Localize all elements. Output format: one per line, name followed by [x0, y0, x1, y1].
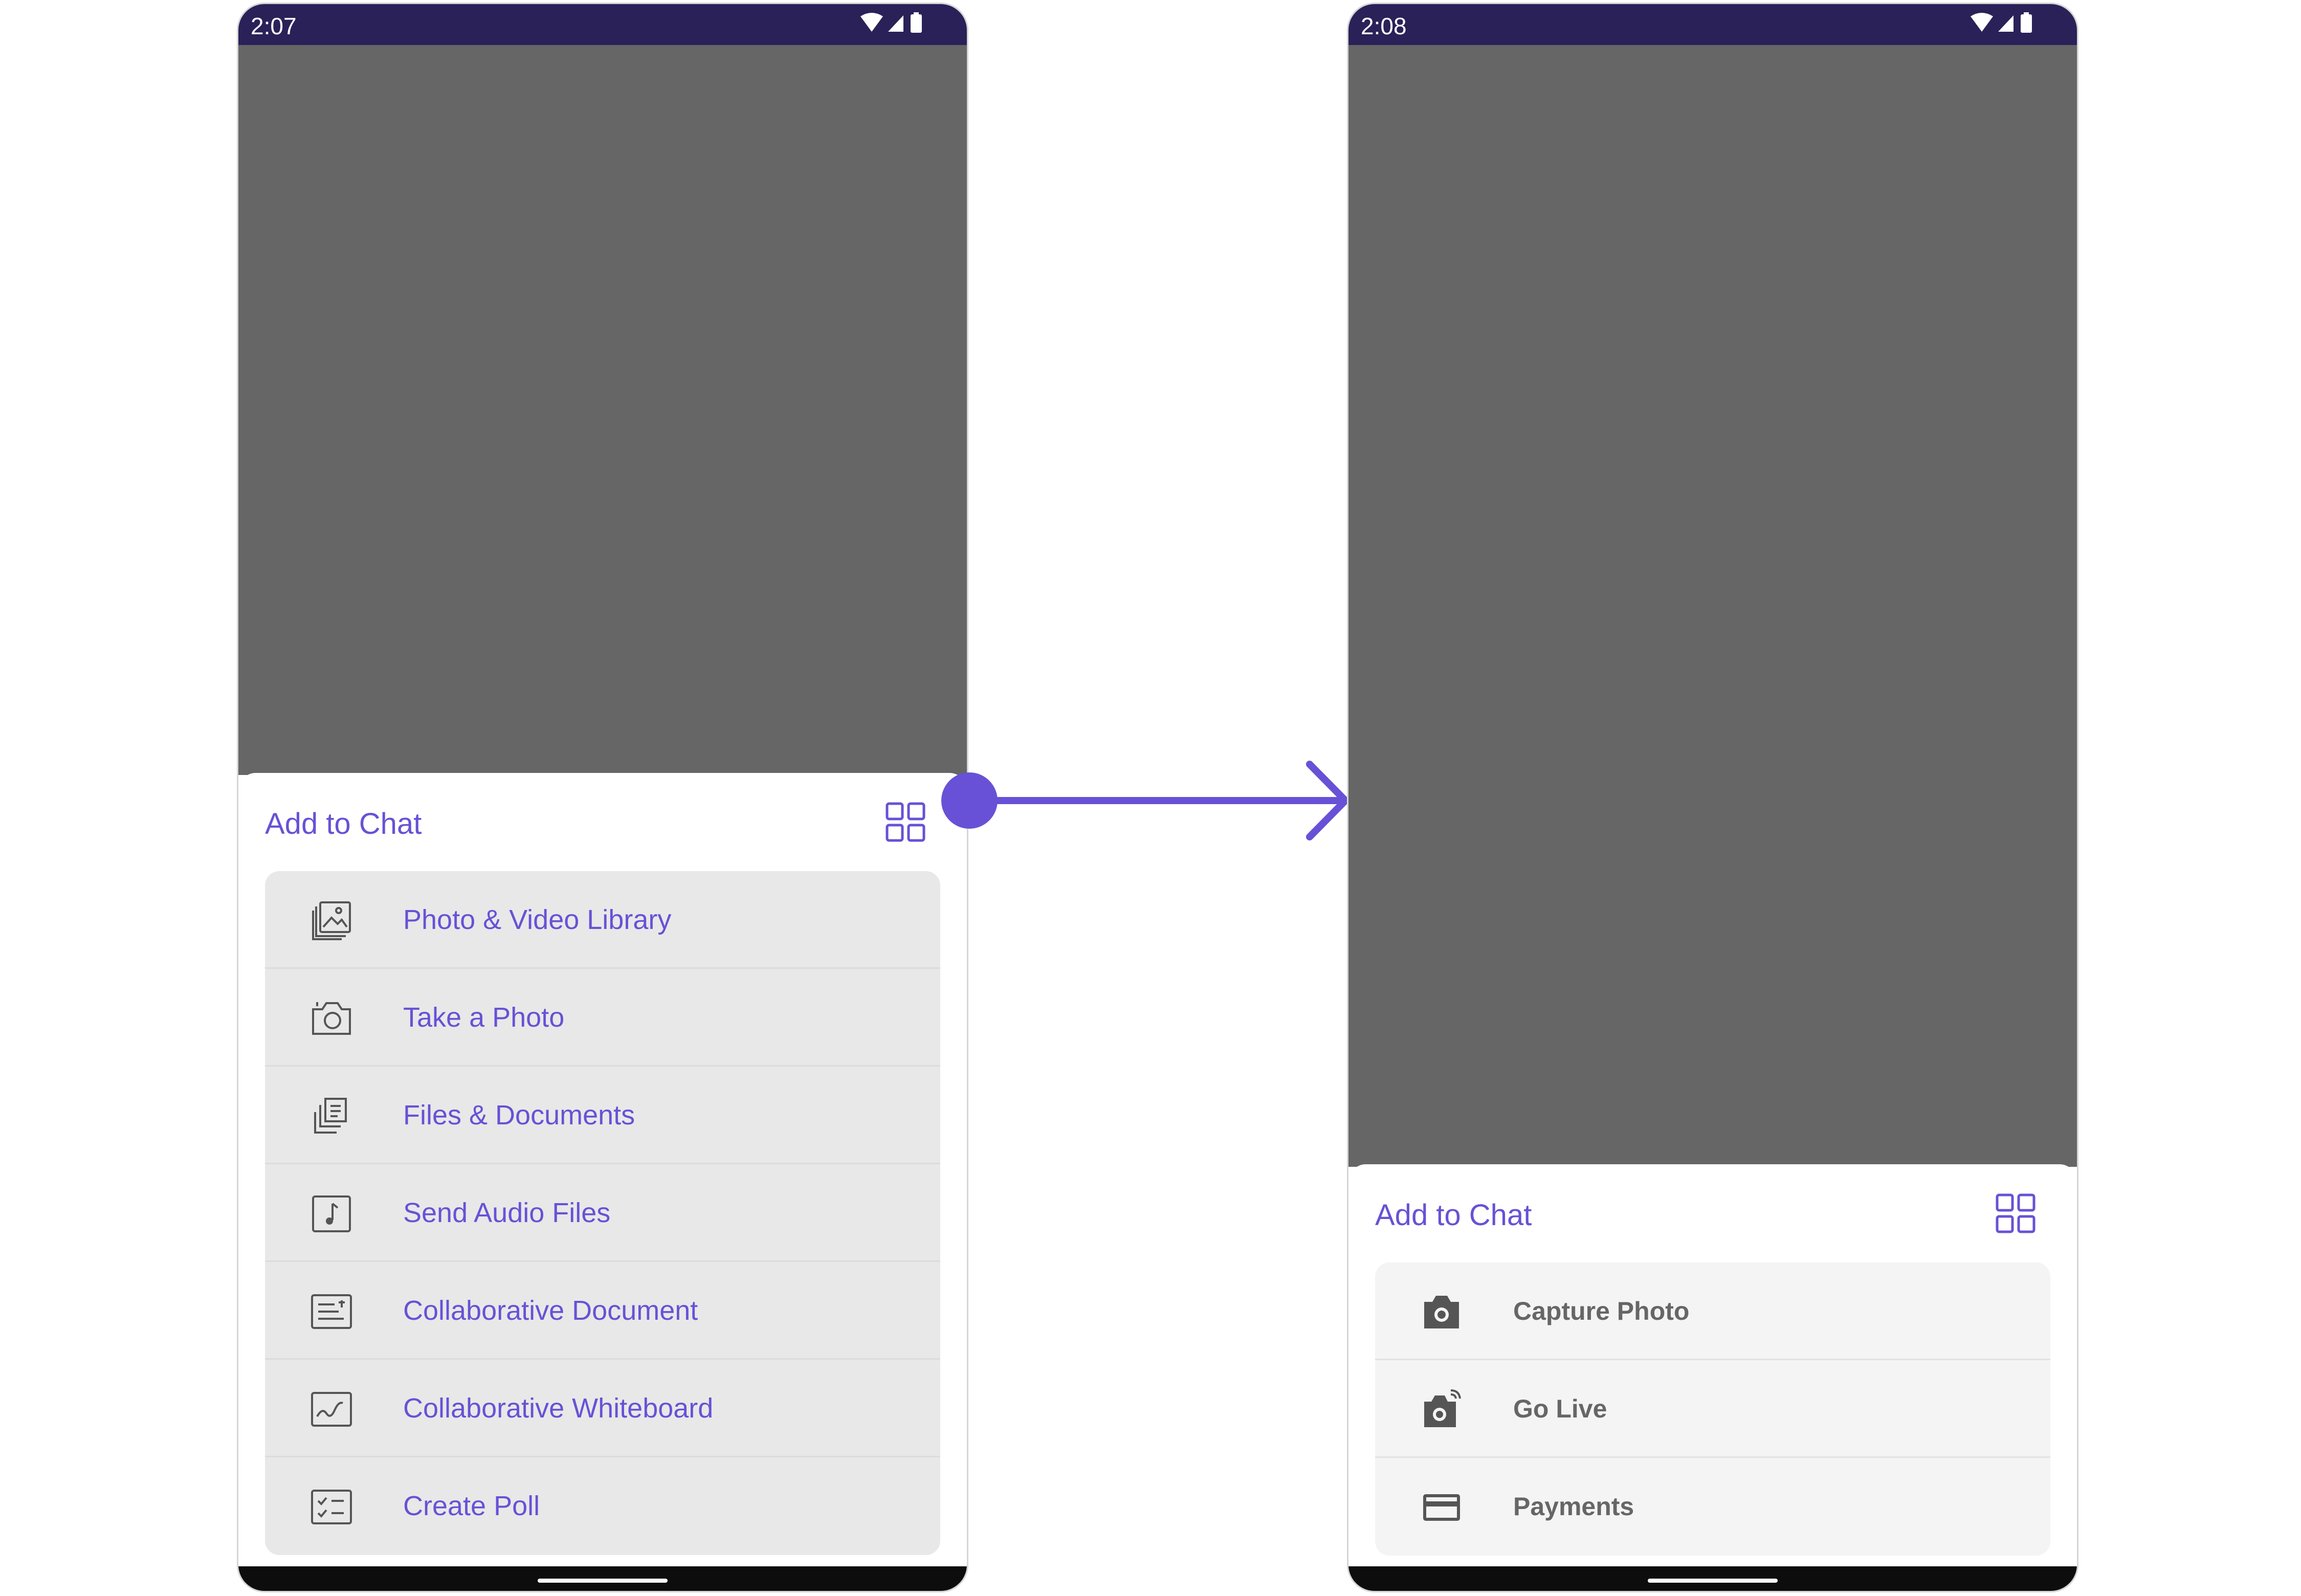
- option-label: Send Audio Files: [403, 1198, 611, 1228]
- option-payments[interactable]: Payments: [1375, 1458, 2050, 1556]
- dimmed-background[interactable]: [1348, 45, 2077, 1167]
- option-label: Create Poll: [403, 1491, 540, 1521]
- signal-icon: [888, 15, 903, 32]
- attachment-options-list: Photo & Video Library Take a Photo Files…: [265, 871, 940, 1555]
- battery-icon: [2021, 14, 2032, 33]
- option-capture-photo[interactable]: Capture Photo: [1375, 1262, 2050, 1360]
- camera-icon: [312, 1002, 351, 1035]
- signal-icon: [1998, 15, 2014, 32]
- status-bar: 2:08: [1348, 4, 2077, 45]
- status-icons: [860, 12, 922, 33]
- add-to-chat-sheet: Add to Chat Capture Photo Go Live Paymen…: [1348, 1164, 2077, 1571]
- whiteboard-icon: [311, 1392, 352, 1427]
- option-collaborative-whiteboard[interactable]: Collaborative Whiteboard: [265, 1360, 940, 1457]
- navigation-bar: [238, 1566, 967, 1591]
- attachment-options-list: Capture Photo Go Live Payments: [1375, 1262, 2050, 1556]
- option-photo-video-library[interactable]: Photo & Video Library: [265, 871, 940, 969]
- right-phone-screen: 2:08 Add to Chat Capture Photo Go Live P…: [1347, 3, 2078, 1592]
- navigation-bar: [1348, 1566, 2077, 1591]
- audio-file-icon: [312, 1195, 351, 1232]
- battery-icon: [911, 14, 922, 33]
- option-collaborative-document[interactable]: Collaborative Document: [265, 1262, 940, 1360]
- wifi-icon: [1971, 13, 1993, 32]
- option-label: Go Live: [1513, 1394, 1607, 1423]
- option-label: Collaborative Document: [403, 1295, 698, 1326]
- option-label: Capture Photo: [1513, 1297, 1690, 1325]
- left-phone-screen: 2:07 Add to Chat Photo & Video Library T…: [237, 3, 968, 1592]
- poll-icon: [311, 1490, 352, 1524]
- option-label: Take a Photo: [403, 1002, 565, 1033]
- status-time: 2:07: [251, 13, 297, 39]
- option-label: Files & Documents: [403, 1100, 635, 1130]
- grid-view-icon[interactable]: [1995, 1193, 2036, 1234]
- status-time: 2:08: [1361, 13, 1407, 39]
- status-icons: [1971, 12, 2032, 33]
- option-label: Collaborative Whiteboard: [403, 1393, 714, 1424]
- option-create-poll[interactable]: Create Poll: [265, 1457, 940, 1555]
- wifi-icon: [860, 13, 883, 32]
- dimmed-background[interactable]: [238, 45, 967, 775]
- home-handle[interactable]: [538, 1579, 668, 1583]
- home-handle[interactable]: [1648, 1579, 1778, 1583]
- photo-library-icon: [312, 901, 351, 940]
- option-take-a-photo[interactable]: Take a Photo: [265, 969, 940, 1067]
- documents-icon: [314, 1098, 347, 1134]
- option-go-live[interactable]: Go Live: [1375, 1360, 2050, 1458]
- collaborative-document-icon: [311, 1294, 352, 1329]
- live-camera-icon: [1424, 1389, 1461, 1427]
- option-label: Photo & Video Library: [403, 904, 672, 935]
- card-icon: [1423, 1494, 1460, 1521]
- sheet-title: Add to Chat: [265, 807, 422, 840]
- add-to-chat-sheet: Add to Chat Photo & Video Library Take a…: [238, 773, 967, 1571]
- option-label: Payments: [1513, 1492, 1634, 1521]
- grid-view-icon[interactable]: [885, 802, 926, 843]
- option-send-audio-files[interactable]: Send Audio Files: [265, 1164, 940, 1262]
- sheet-title: Add to Chat: [1375, 1199, 1532, 1232]
- camera-filled-icon: [1424, 1296, 1459, 1328]
- transition-arrow: [941, 761, 1349, 840]
- status-bar: 2:07: [238, 4, 967, 45]
- option-files-documents[interactable]: Files & Documents: [265, 1067, 940, 1164]
